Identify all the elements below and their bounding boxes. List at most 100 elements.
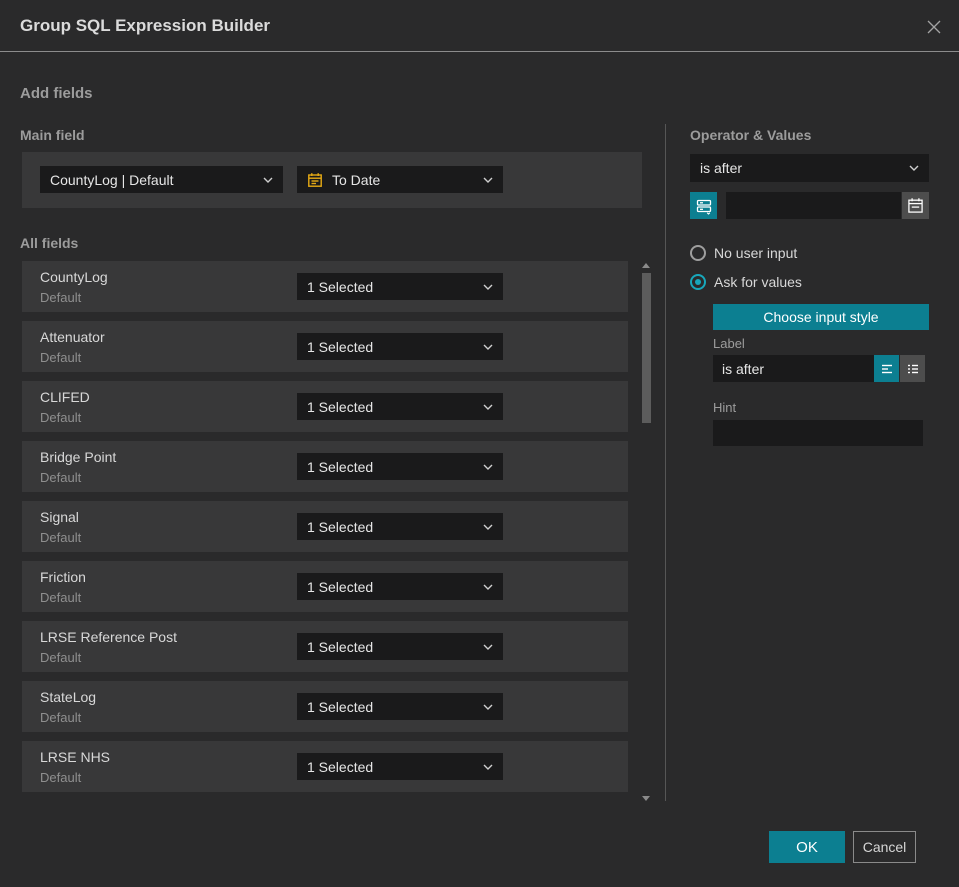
chevron-down-icon bbox=[483, 764, 493, 770]
field-selection-value: 1 Selected bbox=[307, 338, 374, 355]
label-caption: Label bbox=[713, 336, 745, 351]
field-row: Bridge Point Default 1 Selected bbox=[22, 441, 628, 492]
field-name: LRSE Reference Post bbox=[40, 629, 177, 645]
all-fields-list: CountyLog Default 1 Selected Attenuator … bbox=[22, 261, 628, 801]
field-row: Attenuator Default 1 Selected bbox=[22, 321, 628, 372]
field-selection-dropdown[interactable]: 1 Selected bbox=[297, 513, 503, 540]
fields-scrollbar[interactable] bbox=[642, 261, 651, 803]
chevron-down-icon bbox=[483, 584, 493, 590]
all-fields-heading: All fields bbox=[20, 235, 79, 251]
field-subtitle: Default bbox=[40, 470, 82, 485]
field-subtitle: Default bbox=[40, 710, 82, 725]
add-fields-heading: Add fields bbox=[20, 85, 93, 102]
field-row: CLIFED Default 1 Selected bbox=[22, 381, 628, 432]
field-selection-dropdown[interactable]: 1 Selected bbox=[297, 333, 503, 360]
main-field-select-value: CountyLog | Default bbox=[50, 171, 174, 188]
field-subtitle: Default bbox=[40, 410, 82, 425]
main-field-date-select[interactable]: To Date bbox=[297, 166, 503, 193]
calendar-icon bbox=[307, 172, 323, 188]
calendar-button[interactable] bbox=[902, 192, 929, 219]
label-input[interactable] bbox=[713, 355, 874, 382]
field-row: Signal Default 1 Selected bbox=[22, 501, 628, 552]
field-row: LRSE NHS Default 1 Selected bbox=[22, 741, 628, 792]
radio-no-user-input[interactable]: No user input bbox=[690, 245, 797, 261]
scrollbar-thumb[interactable] bbox=[642, 273, 651, 423]
list-input-style-icon bbox=[907, 364, 918, 373]
unique-values-button[interactable] bbox=[690, 192, 717, 219]
field-selection-value: 1 Selected bbox=[307, 458, 374, 475]
field-row: LRSE Reference Post Default 1 Selected bbox=[22, 621, 628, 672]
hint-input[interactable] bbox=[713, 420, 923, 446]
field-subtitle: Default bbox=[40, 770, 82, 785]
dialog-title: Group SQL Expression Builder bbox=[20, 16, 271, 35]
field-selection-dropdown[interactable]: 1 Selected bbox=[297, 273, 503, 300]
field-name: Signal bbox=[40, 509, 79, 525]
ok-button[interactable]: OK bbox=[769, 831, 845, 863]
field-name: CountyLog bbox=[40, 269, 108, 285]
chevron-down-icon bbox=[263, 177, 273, 183]
scroll-up-arrow-icon[interactable] bbox=[642, 263, 650, 268]
field-selection-dropdown[interactable]: 1 Selected bbox=[297, 693, 503, 720]
field-name: Attenuator bbox=[40, 329, 105, 345]
main-field-heading: Main field bbox=[20, 127, 85, 143]
operator-select[interactable]: is after bbox=[690, 154, 929, 182]
radio-circle-icon bbox=[690, 245, 706, 261]
calendar-icon bbox=[908, 198, 923, 213]
chevron-down-icon bbox=[483, 344, 493, 350]
field-selection-dropdown[interactable]: 1 Selected bbox=[297, 633, 503, 660]
field-subtitle: Default bbox=[40, 290, 82, 305]
chevron-down-icon bbox=[483, 704, 493, 710]
field-row: Friction Default 1 Selected bbox=[22, 561, 628, 612]
field-selection-value: 1 Selected bbox=[307, 578, 374, 595]
field-name: StateLog bbox=[40, 689, 97, 705]
main-field-panel: CountyLog | Default To Date bbox=[22, 152, 642, 208]
field-selection-value: 1 Selected bbox=[307, 518, 374, 535]
field-selection-dropdown[interactable]: 1 Selected bbox=[297, 393, 503, 420]
main-field-date-value: To Date bbox=[332, 171, 381, 188]
chevron-down-icon bbox=[483, 177, 493, 183]
field-selection-dropdown[interactable]: 1 Selected bbox=[297, 573, 503, 600]
field-selection-dropdown[interactable]: 1 Selected bbox=[297, 753, 503, 780]
field-row: CountyLog Default 1 Selected bbox=[22, 261, 628, 312]
radio-label: Ask for values bbox=[714, 274, 802, 290]
field-name: CLIFED bbox=[40, 389, 90, 405]
align-left-input-style-icon bbox=[881, 364, 892, 373]
choose-input-style-button[interactable]: Choose input style bbox=[713, 304, 929, 330]
field-name: Bridge Point bbox=[40, 449, 117, 465]
chevron-down-icon bbox=[483, 524, 493, 530]
field-selection-value: 1 Selected bbox=[307, 398, 374, 415]
field-selection-value: 1 Selected bbox=[307, 638, 374, 655]
field-selection-dropdown[interactable]: 1 Selected bbox=[297, 453, 503, 480]
close-icon[interactable] bbox=[923, 16, 945, 38]
chevron-down-icon bbox=[483, 644, 493, 650]
field-subtitle: Default bbox=[40, 650, 82, 665]
field-selection-value: 1 Selected bbox=[307, 698, 374, 715]
scroll-down-arrow-icon[interactable] bbox=[642, 796, 650, 801]
group-sql-expression-builder-dialog: Group SQL Expression Builder Add fields … bbox=[0, 0, 959, 887]
radio-circle-icon bbox=[690, 274, 706, 290]
field-subtitle: Default bbox=[40, 350, 82, 365]
operator-values-heading: Operator & Values bbox=[690, 127, 812, 143]
chevron-down-icon bbox=[483, 404, 493, 410]
chevron-down-icon bbox=[483, 464, 493, 470]
chevron-down-icon bbox=[483, 284, 493, 290]
field-selection-value: 1 Selected bbox=[307, 758, 374, 775]
vertical-divider bbox=[665, 124, 666, 801]
dialog-header: Group SQL Expression Builder bbox=[0, 0, 959, 52]
radio-ask-for-values[interactable]: Ask for values bbox=[690, 274, 802, 290]
list-input-style-button[interactable] bbox=[900, 355, 925, 382]
operator-select-value: is after bbox=[700, 160, 743, 176]
field-subtitle: Default bbox=[40, 530, 82, 545]
cancel-button[interactable]: Cancel bbox=[853, 831, 916, 863]
value-input[interactable] bbox=[726, 192, 901, 219]
chevron-down-icon bbox=[909, 165, 919, 171]
main-field-select[interactable]: CountyLog | Default bbox=[40, 166, 283, 193]
field-name: Friction bbox=[40, 569, 86, 585]
field-row: StateLog Default 1 Selected bbox=[22, 681, 628, 732]
hint-caption: Hint bbox=[713, 400, 737, 415]
field-selection-value: 1 Selected bbox=[307, 278, 374, 295]
field-subtitle: Default bbox=[40, 590, 82, 605]
unique-values-icon bbox=[696, 199, 711, 215]
align-left-input-style-button[interactable] bbox=[874, 355, 899, 382]
field-name: LRSE NHS bbox=[40, 749, 111, 765]
